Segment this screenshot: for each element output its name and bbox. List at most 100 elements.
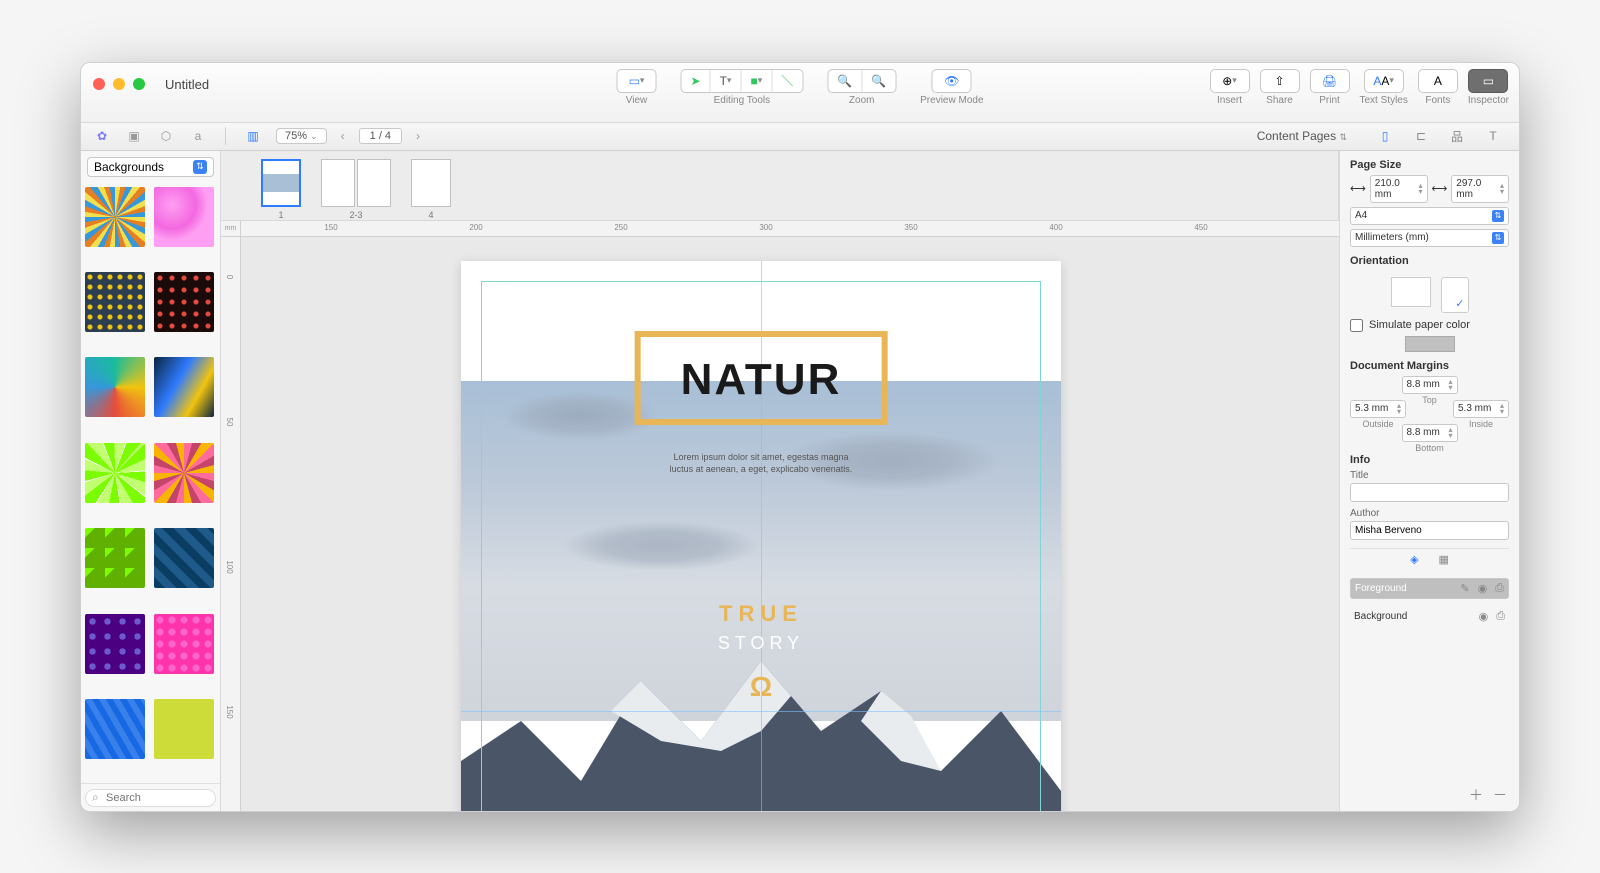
swatch[interactable] bbox=[85, 272, 145, 332]
page-thumb-2-3[interactable]: 2-3 bbox=[321, 159, 391, 220]
page-thumb-4[interactable]: 4 bbox=[411, 159, 451, 220]
line-tool[interactable]: ＼ bbox=[772, 70, 802, 92]
close-window-button[interactable] bbox=[93, 78, 105, 90]
doc-title-field[interactable] bbox=[1350, 483, 1509, 502]
page-preset-select[interactable]: A4⇅ bbox=[1350, 207, 1509, 225]
simulate-paper-checkbox[interactable]: Simulate paper color bbox=[1350, 319, 1509, 332]
swatch[interactable] bbox=[154, 614, 214, 674]
title-frame[interactable]: NATUR bbox=[635, 331, 888, 425]
toolbar-insert[interactable]: ⊕ ▾Insert bbox=[1210, 69, 1250, 106]
swatch[interactable] bbox=[85, 357, 145, 417]
toolbar-share[interactable]: ⇧Share bbox=[1260, 69, 1300, 106]
search-input[interactable] bbox=[85, 788, 216, 807]
swatch[interactable] bbox=[154, 528, 214, 588]
margin-outside-field[interactable]: 5.3 mm▴▾ bbox=[1350, 400, 1406, 418]
toolbar-text-styles[interactable]: AA ▾Text Styles bbox=[1360, 69, 1408, 106]
guide-horizontal[interactable] bbox=[461, 711, 1061, 712]
layers-tab-stack-icon[interactable]: ◈ bbox=[1410, 553, 1418, 566]
swatch[interactable] bbox=[154, 272, 214, 332]
toolbar-print[interactable]: 🖨Print bbox=[1310, 69, 1350, 106]
margins-heading: Document Margins bbox=[1350, 360, 1509, 372]
swatch[interactable] bbox=[154, 357, 214, 417]
margin-bottom-field[interactable]: 8.8 mm▴▾ bbox=[1402, 424, 1458, 442]
layer-background[interactable]: Background ◉⎙ bbox=[1350, 607, 1509, 626]
decorative-glyph[interactable]: Ω bbox=[750, 671, 772, 703]
swatch[interactable] bbox=[154, 443, 214, 503]
inspector-panel: Page Size ⟷ 210.0 mm▴▾ ⟷ 297.0 mm▴▾ A4⇅ … bbox=[1339, 151, 1519, 811]
sidebar-tab-glyph-icon[interactable]: a bbox=[185, 126, 211, 146]
left-panel: Backgrounds⇅ bbox=[81, 151, 221, 811]
vertical-ruler: 0 50 100 150 bbox=[221, 237, 241, 811]
layer-foreground[interactable]: Foreground ✎◉⎙ bbox=[1350, 578, 1509, 599]
eye-icon[interactable]: ◉ bbox=[1479, 610, 1489, 623]
sidebar-tab-shapes-icon[interactable]: ✿ bbox=[89, 126, 115, 146]
text-tool[interactable]: T ▾ bbox=[711, 70, 742, 92]
toolbar-view[interactable]: ▭ ▾ View bbox=[617, 69, 657, 106]
horizontal-ruler: 150 200 250 300 350 400 450 bbox=[241, 221, 1339, 237]
layers-tab-grid-icon[interactable]: ▦ bbox=[1439, 553, 1449, 566]
minimize-window-button[interactable] bbox=[113, 78, 125, 90]
width-icon: ⟷ bbox=[1350, 182, 1366, 195]
margin-top-field[interactable]: 8.8 mm▴▾ bbox=[1402, 376, 1458, 394]
orientation-landscape[interactable] bbox=[1391, 277, 1431, 307]
zoom-window-button[interactable] bbox=[133, 78, 145, 90]
eye-icon[interactable]: ◉ bbox=[1478, 582, 1488, 595]
subtitle-block[interactable]: TRUE STORY bbox=[718, 601, 804, 654]
background-swatches bbox=[81, 183, 220, 783]
ruler-unit: mm bbox=[221, 221, 241, 237]
zoom-select[interactable]: 75% ⌄ bbox=[276, 128, 327, 144]
inspector-tab-distribute-icon[interactable]: 品 bbox=[1439, 125, 1475, 147]
sidebar-tab-layers-icon[interactable]: ⬡ bbox=[153, 126, 179, 146]
sidebar-tab-image-icon[interactable]: ▣ bbox=[121, 126, 147, 146]
page-size-heading: Page Size bbox=[1350, 159, 1509, 171]
height-icon: ⟷ bbox=[1432, 182, 1448, 195]
orientation-portrait[interactable] bbox=[1441, 277, 1469, 313]
toolbar-inspector[interactable]: ▭Inspector bbox=[1468, 69, 1509, 106]
zoom-in-button[interactable]: 🔍 bbox=[862, 70, 895, 92]
remove-layer-button[interactable]: － bbox=[1493, 785, 1507, 805]
inspector-tab-text-icon[interactable]: T bbox=[1475, 125, 1511, 147]
prev-page-button[interactable]: ‹ bbox=[337, 129, 349, 143]
page-thumbnails: 1 2-3 4 bbox=[221, 151, 1339, 221]
app-window: Untitled ▭ ▾ View ➤ T ▾ ■ ▾ ＼ Editing To… bbox=[80, 62, 1520, 812]
swatch[interactable] bbox=[85, 699, 145, 759]
page-width-field[interactable]: 210.0 mm▴▾ bbox=[1370, 175, 1428, 203]
swatch[interactable] bbox=[85, 528, 145, 588]
asset-category-select[interactable]: Backgrounds⇅ bbox=[87, 157, 214, 177]
add-layer-button[interactable]: ＋ bbox=[1469, 785, 1483, 805]
lorem-text[interactable]: Lorem ipsum dolor sit amet, egestas magn… bbox=[661, 451, 861, 476]
doc-author-field[interactable] bbox=[1350, 521, 1509, 540]
toolbar-zoom[interactable]: 🔍 🔍 Zoom bbox=[827, 69, 896, 106]
page-view-mode-icon[interactable]: ▥ bbox=[240, 126, 266, 146]
canvas[interactable]: mm 150 200 250 300 350 400 450 0 50 100 … bbox=[221, 221, 1339, 811]
content-pages-select[interactable]: Content Pages ⇅ bbox=[1257, 129, 1347, 143]
swatch[interactable] bbox=[154, 699, 214, 759]
select-tool[interactable]: ➤ bbox=[682, 70, 711, 92]
zoom-out-button[interactable]: 🔍 bbox=[828, 70, 862, 92]
swatch[interactable] bbox=[85, 187, 145, 247]
print-icon[interactable]: ⎙ bbox=[1495, 582, 1504, 595]
inspector-tab-document-icon[interactable]: ▯ bbox=[1367, 125, 1403, 147]
pencil-icon[interactable]: ✎ bbox=[1460, 582, 1469, 595]
document-page[interactable]: NATUR Lorem ipsum dolor sit amet, egesta… bbox=[461, 261, 1061, 811]
units-select[interactable]: Millimeters (mm)⇅ bbox=[1350, 229, 1509, 247]
swatch[interactable] bbox=[154, 187, 214, 247]
print-icon[interactable]: ⎙ bbox=[1496, 610, 1505, 623]
shape-tool[interactable]: ■ ▾ bbox=[741, 70, 772, 92]
swatch[interactable] bbox=[85, 443, 145, 503]
toolbar-preview[interactable]: 👁 Preview Mode bbox=[920, 69, 983, 106]
toolbar-editing-tools[interactable]: ➤ T ▾ ■ ▾ ＼ Editing Tools bbox=[681, 69, 804, 106]
window-controls bbox=[93, 78, 145, 90]
info-heading: Info bbox=[1350, 454, 1509, 466]
paper-color-swatch[interactable] bbox=[1405, 336, 1455, 352]
inspector-tab-ruler-icon[interactable]: ⊏ bbox=[1403, 125, 1439, 147]
window-title: Untitled bbox=[165, 77, 209, 92]
swatch[interactable] bbox=[85, 614, 145, 674]
margin-inside-field[interactable]: 5.3 mm▴▾ bbox=[1453, 400, 1509, 418]
page-thumb-1[interactable]: 1 bbox=[261, 159, 301, 220]
toolbar-fonts[interactable]: AFonts bbox=[1418, 69, 1458, 106]
page-height-field[interactable]: 297.0 mm▴▾ bbox=[1451, 175, 1509, 203]
orientation-heading: Orientation bbox=[1350, 255, 1509, 267]
next-page-button[interactable]: › bbox=[412, 129, 424, 143]
page-number-field[interactable]: 1 / 4 bbox=[359, 128, 402, 144]
